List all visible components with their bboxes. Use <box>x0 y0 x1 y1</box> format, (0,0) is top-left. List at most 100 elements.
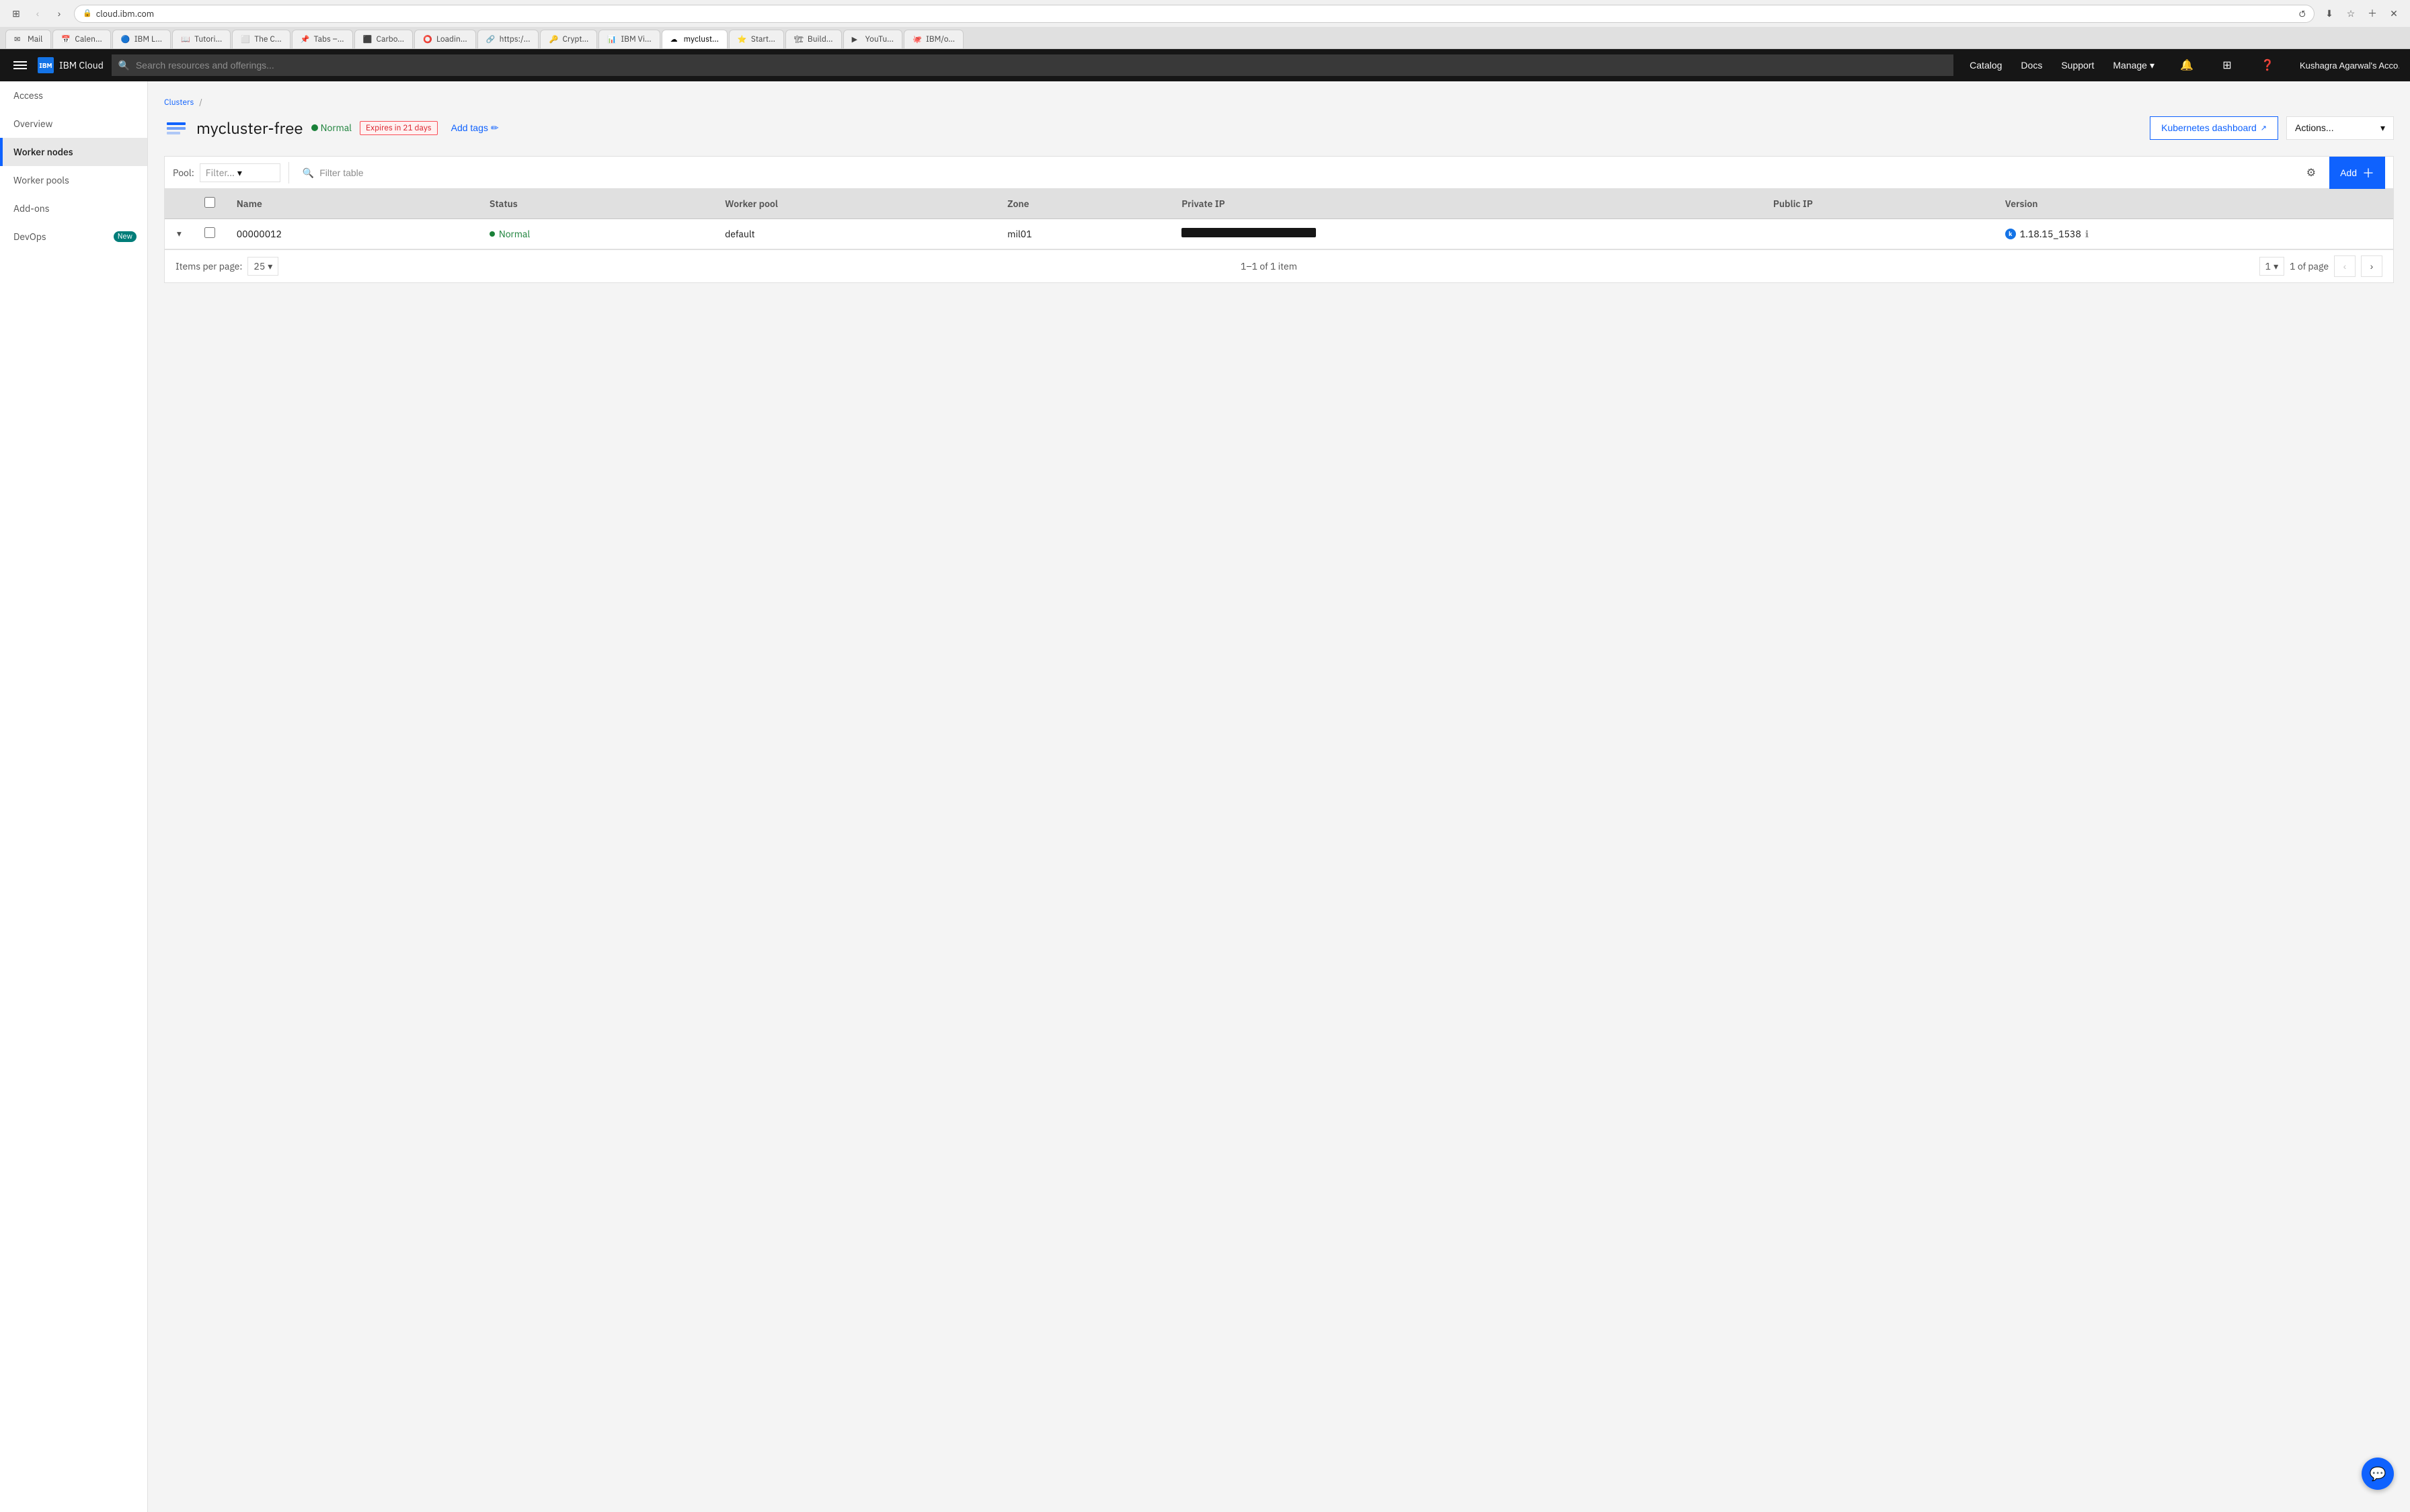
kubernetes-dashboard-btn[interactable]: Kubernetes dashboard ↗ <box>2150 116 2278 140</box>
tab-myclust[interactable]: ☁ myclust... <box>662 30 728 48</box>
settings-icon: ⚙ <box>2306 166 2316 180</box>
external-link-icon: ↗ <box>2261 124 2267 132</box>
pool-label: Pool: <box>173 167 194 179</box>
public-ip-col-header[interactable]: Public IP <box>1762 189 1994 219</box>
back-btn[interactable]: ‹ <box>28 4 47 23</box>
items-per-page: Items per page: 25 ▾ <box>176 257 278 276</box>
search-container: 🔍 <box>112 54 1953 76</box>
next-page-btn[interactable]: › <box>2361 255 2382 277</box>
docs-link[interactable]: Docs <box>2013 49 2050 81</box>
tab-carbon[interactable]: ⬛ Carbo... <box>354 30 414 48</box>
row-checkbox[interactable] <box>204 227 215 238</box>
sidebar-item-access[interactable]: Access <box>0 81 147 110</box>
page-select[interactable]: 1 ▾ <box>2259 257 2284 276</box>
private-ip-col-header[interactable]: Private IP <box>1171 189 1762 219</box>
help-btn[interactable]: ❓ <box>2251 49 2284 81</box>
apps-grid-btn[interactable]: ⊞ <box>2211 49 2243 81</box>
hamburger-btn[interactable] <box>11 56 30 75</box>
downloads-btn[interactable]: ⬇ <box>2320 4 2339 23</box>
per-page-select[interactable]: 25 ▾ <box>247 257 278 276</box>
table-settings-btn[interactable]: ⚙ <box>2301 161 2321 185</box>
browser-chrome: ⊞ ‹ › 🔒 cloud.ibm.com ↺ ⬇ ☆ ＋ ✕ ✉ Mail 📅… <box>0 0 2410 49</box>
select-all-checkbox[interactable] <box>204 197 215 208</box>
zone-col-header[interactable]: Zone <box>997 189 1171 219</box>
table-search: 🔍 <box>297 167 2293 179</box>
status-col-header[interactable]: Status <box>479 189 714 219</box>
add-tags-btn[interactable]: Add tags ✏ <box>446 120 504 136</box>
sidebar-item-label-worker-pools: Worker pools <box>13 174 69 186</box>
name-cell: 00000012 <box>226 219 479 249</box>
tab-the-c[interactable]: ⬜ The C... <box>232 30 290 48</box>
expand-row-btn[interactable]: ▾ <box>176 227 183 241</box>
page-content: Clusters / mycluster-free Normal <box>148 81 2410 1512</box>
browser-nav-buttons: ⊞ ‹ › <box>7 4 69 23</box>
name-col-header[interactable]: Name <box>226 189 479 219</box>
tab-calendar[interactable]: 📅 Calen... <box>52 30 110 48</box>
tab-ibmvi[interactable]: 📊 IBM Vi... <box>598 30 660 48</box>
calendar-favicon: 📅 <box>61 35 71 44</box>
notifications-btn[interactable]: 🔔 <box>2171 49 2203 81</box>
tab-build[interactable]: 🏗 Build... <box>785 30 842 48</box>
sidebar-toggle-btn[interactable]: ⊞ <box>7 4 26 23</box>
tab-mail[interactable]: ✉ Mail <box>5 30 51 48</box>
table-container: Pool: Filter... ▾ 🔍 ⚙ <box>164 156 2394 283</box>
global-search-input[interactable] <box>112 54 1953 76</box>
catalog-link[interactable]: Catalog <box>1961 49 2010 81</box>
breadcrumb-clusters-link[interactable]: Clusters <box>164 97 194 108</box>
sidebar-item-add-ons[interactable]: Add-ons <box>0 194 147 223</box>
reload-icon[interactable]: ↺ <box>2298 8 2306 19</box>
browser-right-buttons: ⬇ ☆ ＋ ✕ <box>2320 4 2403 23</box>
worker-pool-col-header[interactable]: Worker pool <box>714 189 997 219</box>
myclust-favicon: ☁ <box>670 35 680 44</box>
more-btn[interactable]: ✕ <box>2384 4 2403 23</box>
url-text: cloud.ibm.com <box>96 8 154 19</box>
edit-icon: ✏ <box>491 122 499 134</box>
table-search-icon: 🔍 <box>303 167 314 179</box>
table-toolbar: Pool: Filter... ▾ 🔍 ⚙ <box>165 157 2393 189</box>
breadcrumb: Clusters / <box>164 97 2394 108</box>
user-account-btn[interactable]: Kushagra Agarwal's Acco... <box>2292 49 2399 81</box>
tab-crypto[interactable]: 🔑 Crypt... <box>540 30 597 48</box>
sidebar-item-worker-nodes[interactable]: Worker nodes <box>0 138 147 166</box>
tab-ibmo[interactable]: 🐙 IBM/o... <box>904 30 964 48</box>
tab-tutor[interactable]: 📖 Tutori... <box>172 30 231 48</box>
tab-https[interactable]: 🔗 https:/... <box>477 30 539 48</box>
pool-filter: Pool: Filter... ▾ <box>173 163 280 182</box>
status-normal-dot <box>490 231 495 237</box>
manage-link[interactable]: Manage ▾ <box>2105 49 2163 81</box>
tab-youtube[interactable]: ▶ YouTu... <box>843 30 902 48</box>
sidebar-item-worker-pools[interactable]: Worker pools <box>0 166 147 194</box>
version-col-header[interactable]: Version <box>1994 189 2393 219</box>
per-page-value: 25 <box>254 260 265 272</box>
tab-tabs[interactable]: 📌 Tabs –... <box>292 30 353 48</box>
start-favicon: ⭐ <box>738 35 747 44</box>
sidebar-item-overview[interactable]: Overview <box>0 110 147 138</box>
table-search-input[interactable] <box>319 167 2288 178</box>
tab-ibm[interactable]: 🔵 IBM L... <box>112 30 171 48</box>
tab-start[interactable]: ⭐ Start... <box>729 30 784 48</box>
browser-toolbar: ⊞ ‹ › 🔒 cloud.ibm.com ↺ ⬇ ☆ ＋ ✕ <box>0 0 2410 27</box>
version-icon: k <box>2005 229 2016 239</box>
ibm-cloud-logo: IBM IBM Cloud <box>38 57 104 73</box>
add-worker-btn[interactable]: Add ＋ <box>2329 157 2385 189</box>
support-link[interactable]: Support <box>2053 49 2102 81</box>
breadcrumb-separator: / <box>199 97 202 108</box>
expand-col-header <box>165 189 194 219</box>
actions-dropdown-btn[interactable]: Actions... ▾ <box>2286 116 2394 140</box>
table-header: Name Status Worker pool Zone Private IP … <box>165 189 2393 219</box>
prev-page-btn[interactable]: ‹ <box>2334 255 2356 277</box>
tab-loading[interactable]: ⭕ Loadin... <box>414 30 476 48</box>
actions-chevron-icon: ▾ <box>2380 122 2385 134</box>
address-bar[interactable]: 🔒 cloud.ibm.com ↺ <box>74 5 2315 23</box>
pool-select-wrapper[interactable]: Filter... ▾ <box>200 163 280 182</box>
new-tab-btn[interactable]: ＋ <box>2363 4 2382 23</box>
chat-btn[interactable]: 💬 <box>2362 1458 2394 1490</box>
sidebar-item-devops[interactable]: DevOps New <box>0 223 147 251</box>
private-ip-masked <box>1181 228 1316 237</box>
items-per-page-label: Items per page: <box>176 260 242 272</box>
forward-btn[interactable]: › <box>50 4 69 23</box>
header-actions: Kubernetes dashboard ↗ Actions... ▾ <box>2150 116 2394 140</box>
bookmark-btn[interactable]: ☆ <box>2341 4 2360 23</box>
status-label: Normal <box>321 122 352 134</box>
version-info-icon[interactable]: ℹ <box>2085 228 2089 240</box>
